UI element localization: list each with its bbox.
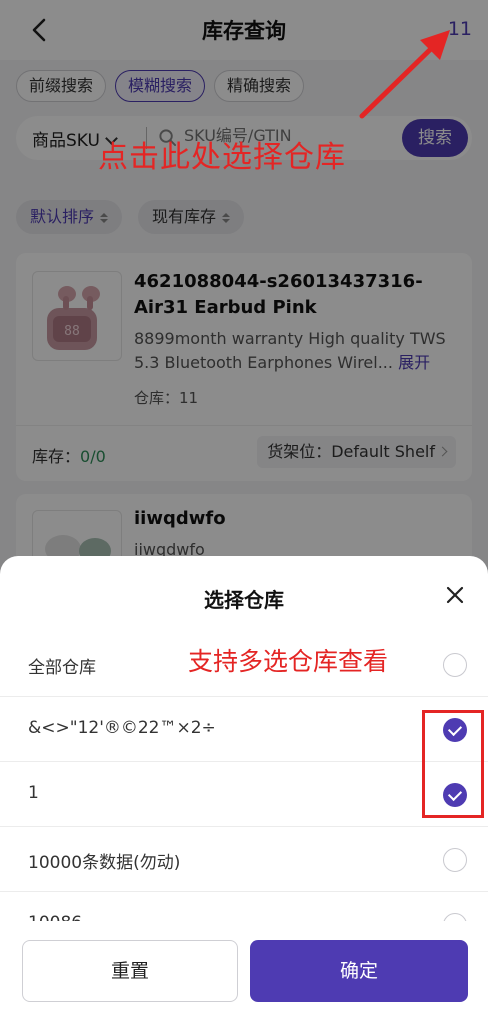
checkbox[interactable]	[443, 848, 467, 872]
confirm-button[interactable]: 确定	[250, 940, 468, 1002]
annotation-multi-select: 支持多选仓库查看	[188, 647, 389, 676]
annotation-arrow-icon	[359, 30, 450, 119]
sheet-title: 选择仓库	[204, 588, 284, 612]
warehouse-select-sheet: 选择仓库 全部仓库 &<>"12'®©22™×2÷ 1 10000条数据(勿动)…	[0, 556, 488, 1021]
checkbox[interactable]	[443, 653, 467, 677]
warehouse-option[interactable]: 1	[0, 762, 488, 827]
option-label: 全部仓库	[28, 658, 96, 678]
option-label: 1	[28, 783, 39, 803]
option-label: 10000条数据(勿动)	[28, 853, 181, 873]
reset-button[interactable]: 重置	[22, 940, 238, 1002]
annotation-highlight-box	[422, 710, 484, 818]
close-icon[interactable]	[444, 584, 466, 606]
warehouse-option[interactable]: &<>"12'®©22™×2÷	[0, 697, 488, 762]
option-label: &<>"12'®©22™×2÷	[28, 718, 216, 738]
annotation-tap-here: 点击此处选择仓库	[98, 140, 346, 175]
warehouse-option[interactable]: 10000条数据(勿动)	[0, 827, 488, 892]
sheet-actions: 重置 确定	[0, 921, 488, 1021]
